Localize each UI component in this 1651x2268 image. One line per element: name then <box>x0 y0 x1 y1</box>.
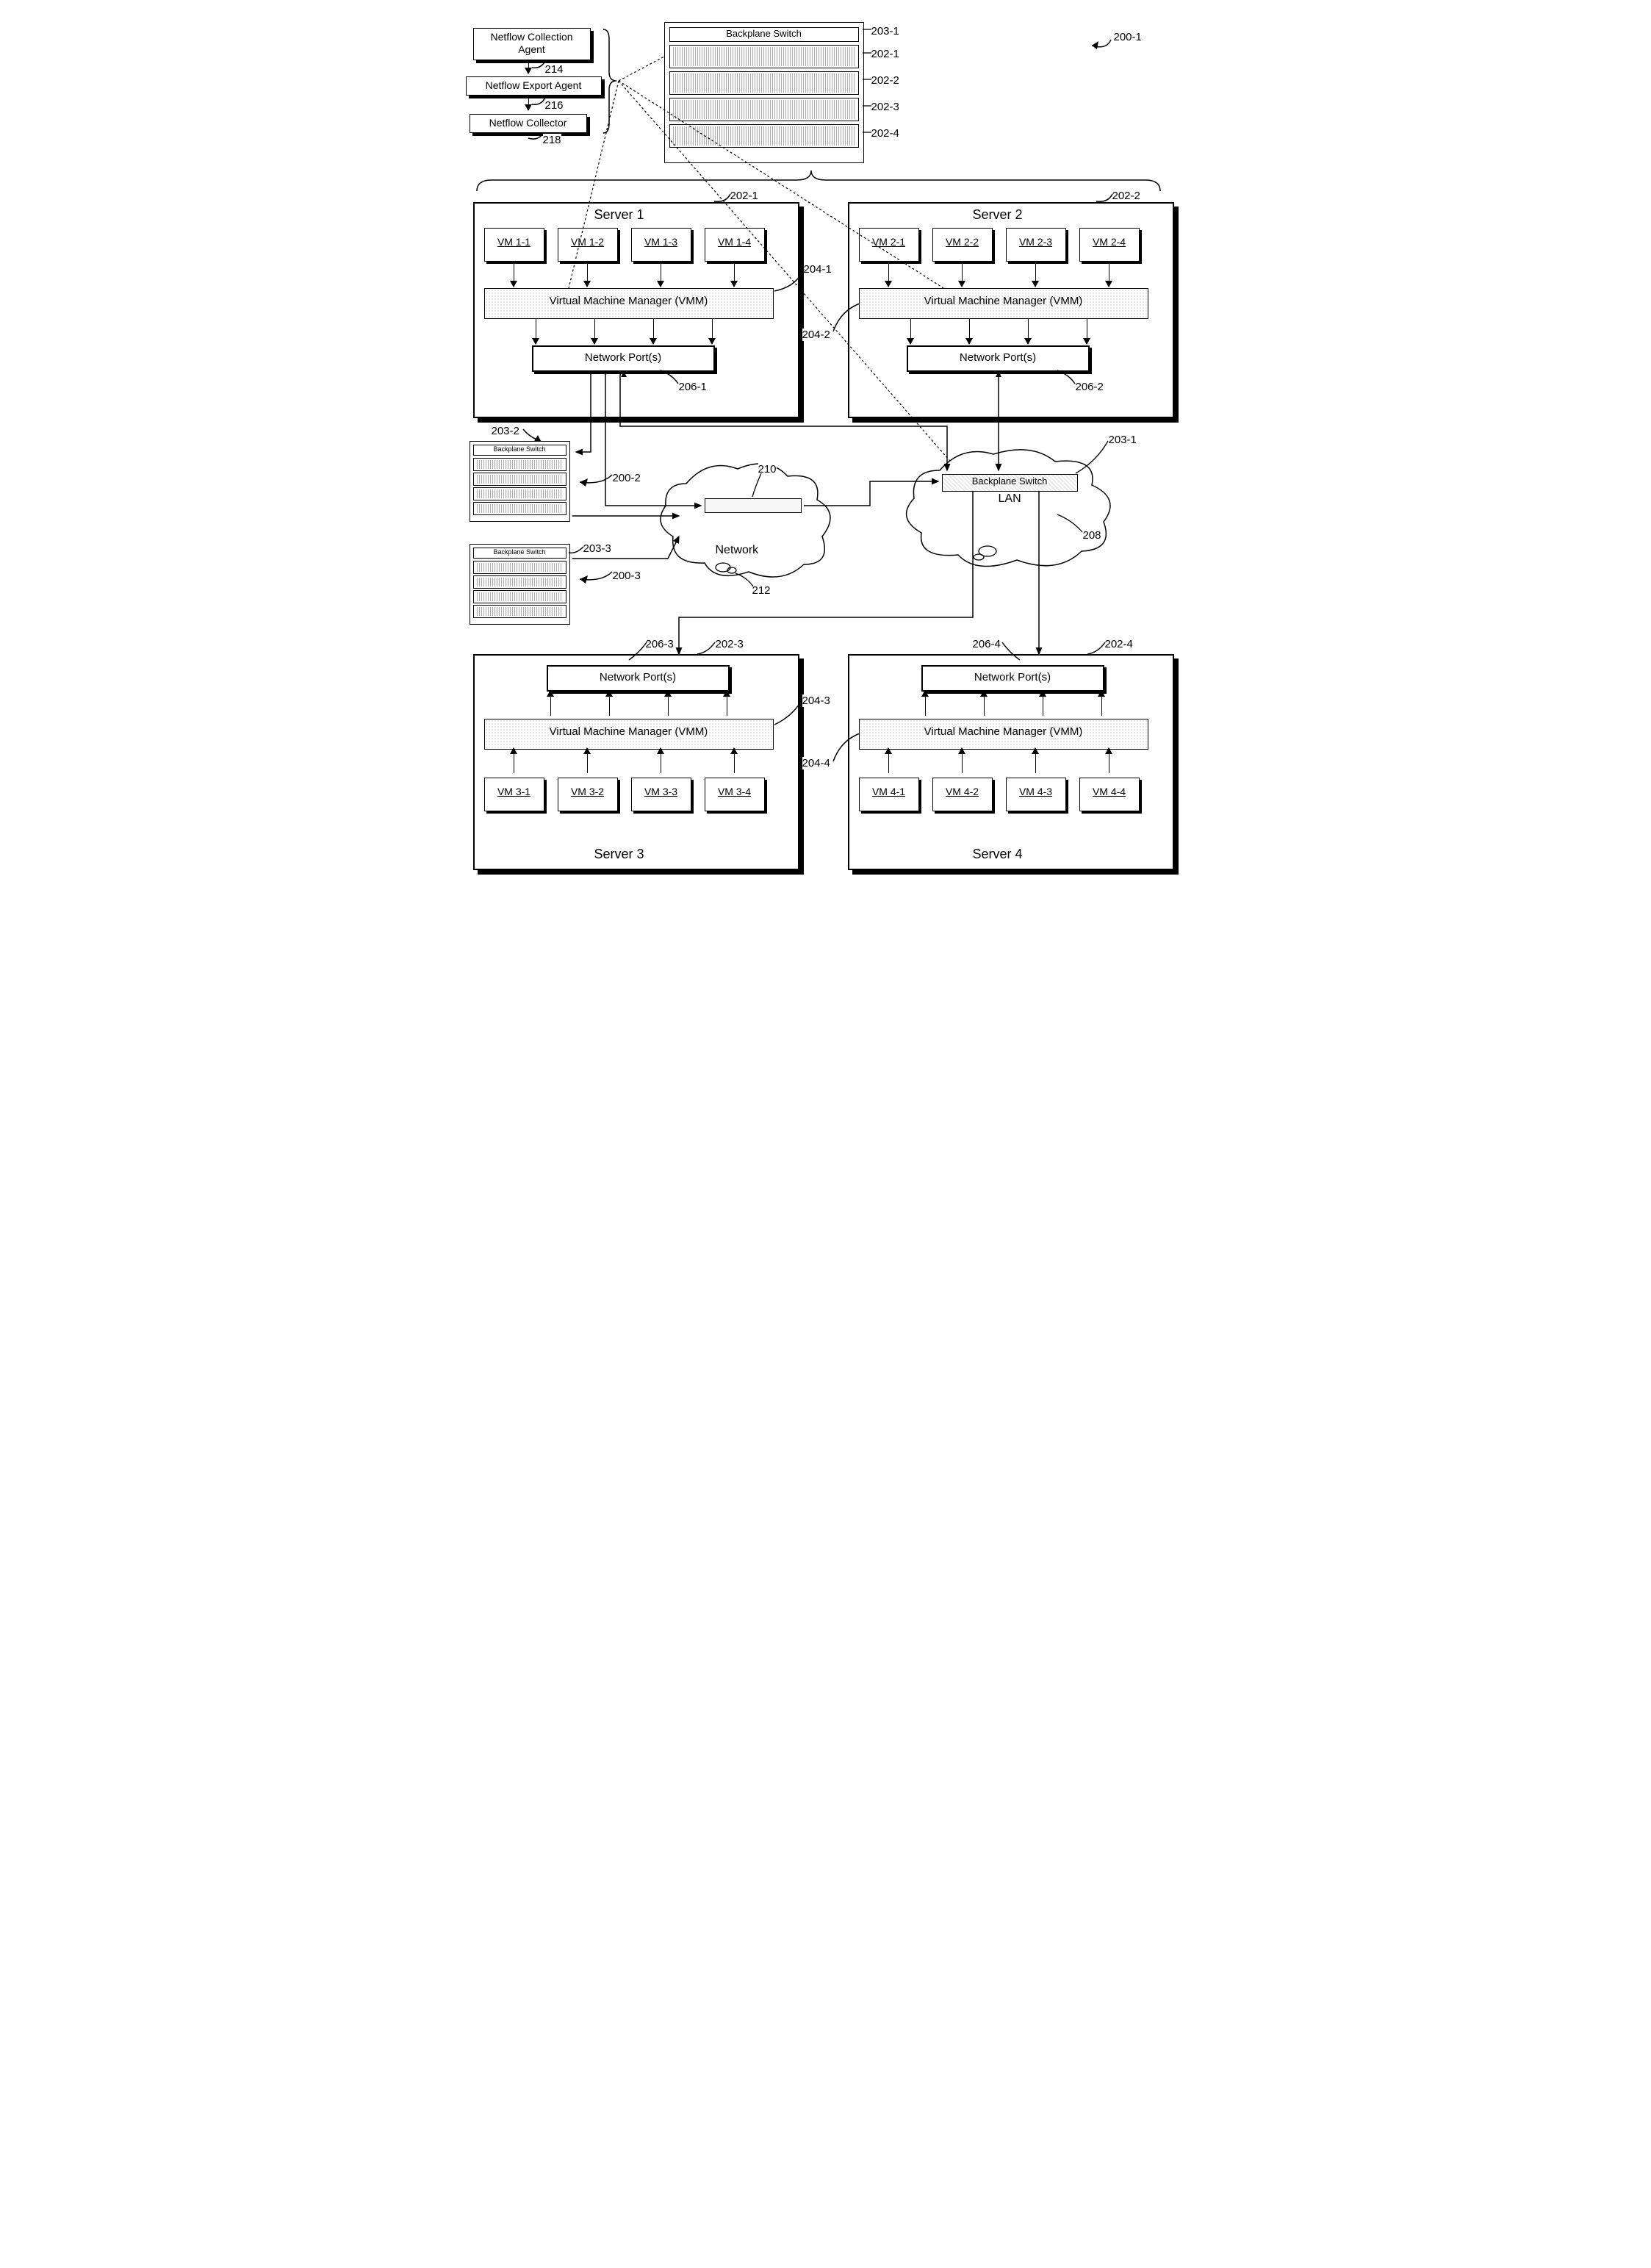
sys-ref-3: 200-3 <box>613 570 641 582</box>
router-icon <box>705 498 802 513</box>
rack2-ref: 203-2 <box>492 425 519 437</box>
vm-3-2: VM 3-2 <box>558 778 618 811</box>
netflow-export-label: Netflow Export Agent <box>486 79 582 91</box>
rack-2: Backplane Switch <box>470 441 570 522</box>
network-label: Network <box>716 544 759 557</box>
sys-ref-2: 200-2 <box>613 472 641 484</box>
ref-216: 216 <box>545 99 564 112</box>
rack-3: Backplane Switch <box>470 544 570 625</box>
lan-label: LAN <box>999 492 1021 506</box>
server-3-title: Server 3 <box>594 847 644 862</box>
lan-switch-ref: 203-1 <box>1109 434 1137 446</box>
rack-main-unit-4 <box>669 124 859 148</box>
vm-4-2: VM 4-2 <box>932 778 993 811</box>
netflow-collection-label: Netflow Collection Agent <box>490 31 572 55</box>
netflow-export-box: Netflow Export Agent <box>466 76 602 96</box>
np-2-ref: 206-2 <box>1076 381 1104 393</box>
netflow-collector-label: Netflow Collector <box>489 117 567 129</box>
np-1-ref: 206-1 <box>679 381 707 393</box>
rack-main-ref-1: 202-1 <box>871 48 899 60</box>
vm-3-1: VM 3-1 <box>484 778 544 811</box>
vm-4-1: VM 4-1 <box>859 778 919 811</box>
rack-main-unit-3 <box>669 98 859 121</box>
ref-218: 218 <box>543 134 561 146</box>
server-4-title: Server 4 <box>973 847 1023 862</box>
rack-main-ref-2: 202-2 <box>871 74 899 87</box>
fig-ref: 200-1 <box>1114 31 1142 43</box>
rack3-ref: 203-3 <box>583 542 611 555</box>
ref-214: 214 <box>545 63 564 76</box>
rack-2-switch: Backplane Switch <box>473 445 566 456</box>
rack-main: Backplane Switch <box>664 22 864 163</box>
vm-2-2: VM 2-2 <box>932 228 993 262</box>
server-2-ref: 202-2 <box>1112 190 1140 202</box>
vm-2-1: VM 2-1 <box>859 228 919 262</box>
vmm-2: Virtual Machine Manager (VMM) <box>859 288 1148 319</box>
np-4-ref: 206-4 <box>973 638 1001 650</box>
vm-4-4: VM 4-4 <box>1079 778 1140 811</box>
vmm-3: Virtual Machine Manager (VMM) <box>484 719 774 750</box>
rack-main-switch: Backplane Switch <box>669 27 859 42</box>
cloud-ref: 212 <box>752 584 771 597</box>
server-1-title: Server 1 <box>594 207 644 223</box>
server-4-ref: 202-4 <box>1105 638 1133 650</box>
rack-main-ref-4: 202-4 <box>871 127 899 140</box>
vm-1-1: VM 1-1 <box>484 228 544 262</box>
np-2: Network Port(s) <box>907 345 1090 372</box>
lan-ref: 208 <box>1083 529 1101 542</box>
vmm-2-ref: 204-2 <box>802 329 830 341</box>
vm-1-4: VM 1-4 <box>705 228 765 262</box>
vm-2-4: VM 2-4 <box>1079 228 1140 262</box>
vmm-4: Virtual Machine Manager (VMM) <box>859 719 1148 750</box>
rack-main-unit-2 <box>669 71 859 95</box>
np-3: Network Port(s) <box>547 665 730 692</box>
lan-switch: Backplane Switch <box>942 474 1078 492</box>
np-3-ref: 206-3 <box>646 638 674 650</box>
rack-main-ref-3: 202-3 <box>871 101 899 113</box>
server-2-title: Server 2 <box>973 207 1023 223</box>
server-3-ref: 202-3 <box>716 638 744 650</box>
vmm-1-ref: 204-1 <box>804 263 832 276</box>
vm-3-4: VM 3-4 <box>705 778 765 811</box>
vmm-3-ref: 204-3 <box>802 695 830 707</box>
netflow-collection-box: Netflow Collection Agent <box>473 28 591 60</box>
server-1-ref: 202-1 <box>730 190 758 202</box>
np-4: Network Port(s) <box>921 665 1104 692</box>
rack-main-switch-ref: 203-1 <box>871 25 899 37</box>
vm-2-3: VM 2-3 <box>1006 228 1066 262</box>
rack-3-switch: Backplane Switch <box>473 548 566 559</box>
vmm-1: Virtual Machine Manager (VMM) <box>484 288 774 319</box>
router-ref: 210 <box>758 463 777 476</box>
vm-4-3: VM 4-3 <box>1006 778 1066 811</box>
vm-3-3: VM 3-3 <box>631 778 691 811</box>
netflow-collector-box: Netflow Collector <box>470 114 587 133</box>
rack-main-unit-1 <box>669 45 859 68</box>
vm-1-3: VM 1-3 <box>631 228 691 262</box>
np-1: Network Port(s) <box>532 345 715 372</box>
vm-1-2: VM 1-2 <box>558 228 618 262</box>
vmm-4-ref: 204-4 <box>802 757 830 769</box>
